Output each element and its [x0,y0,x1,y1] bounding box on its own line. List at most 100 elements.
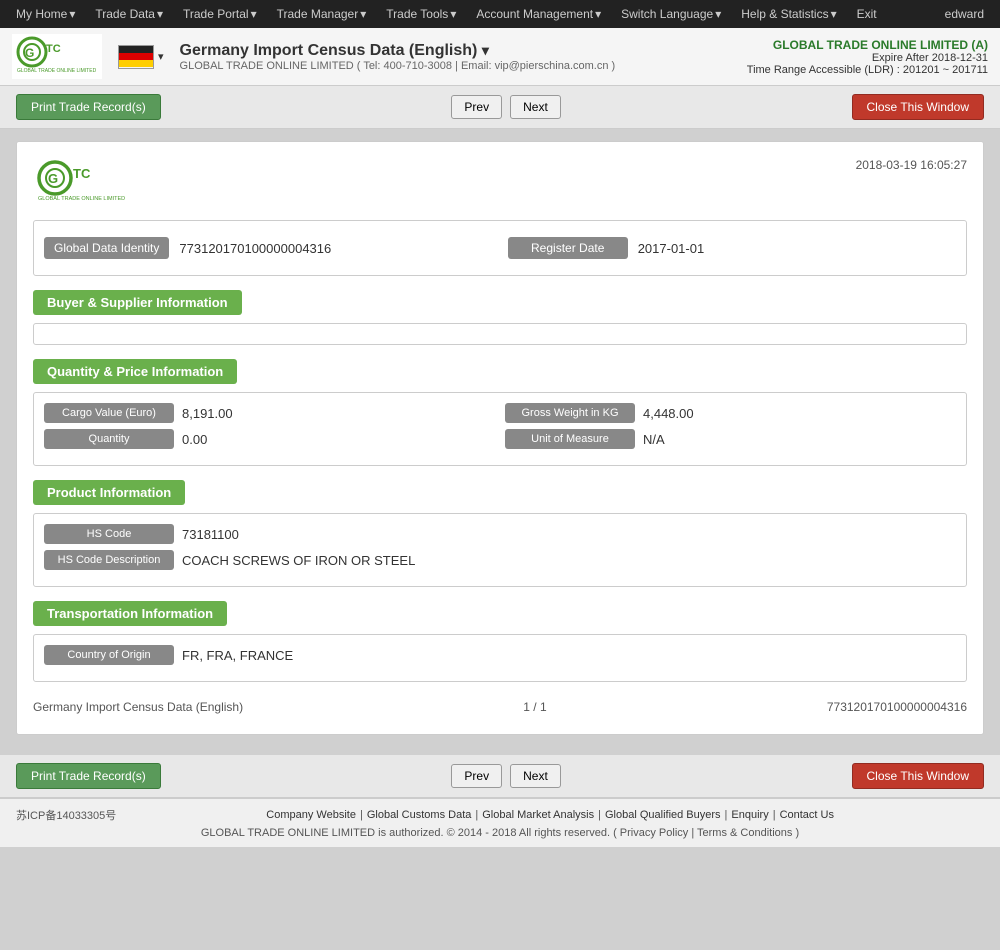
footer-link-customs[interactable]: Global Customs Data [367,809,472,821]
nav-trade-manager[interactable]: Trade Manager ▾ [269,3,375,25]
hs-code-label: HS Code [44,524,174,544]
identity-row: Global Data Identity 7731201701000000043… [44,231,956,265]
record-logo: G TC GLOBAL TRADE ONLINE LIMITED [33,158,133,208]
chevron-down-icon: ▾ [831,7,837,21]
country-flag [118,45,154,69]
print-button-top[interactable]: Print Trade Record(s) [16,94,161,120]
hs-description-cell: HS Code Description COACH SCREWS OF IRON… [44,550,956,570]
nav-help-statistics[interactable]: Help & Statistics ▾ [733,3,844,25]
nav-trade-data[interactable]: Trade Data ▾ [87,3,171,25]
nav-switch-language[interactable]: Switch Language ▾ [613,3,729,25]
transportation-section: Transportation Information Country of Or… [33,601,967,682]
expire-date: Expire After 2018-12-31 [747,52,988,64]
global-data-identity-value: 773120170100000004316 [179,241,497,256]
hs-description-label: HS Code Description [44,550,174,570]
nav-trade-portal[interactable]: Trade Portal ▾ [175,3,265,25]
footer-link-buyers[interactable]: Global Qualified Buyers [605,809,721,821]
record-timestamp: 2018-03-19 16:05:27 [856,158,967,172]
prev-button-bottom[interactable]: Prev [451,764,502,788]
page-title: Germany Import Census Data (English) ▾ [180,42,731,60]
transportation-body: Country of Origin FR, FRA, FRANCE [33,634,967,682]
nav-my-home[interactable]: My Home ▾ [8,3,83,25]
company-name: GLOBAL TRADE ONLINE LIMITED (A) [747,38,988,52]
main-content: G TC GLOBAL TRADE ONLINE LIMITED 2018-03… [0,129,1000,755]
svg-text:TC: TC [46,43,61,55]
footer-link-market[interactable]: Global Market Analysis [482,809,594,821]
unit-of-measure-label: Unit of Measure [505,429,635,449]
unit-of-measure-cell: Unit of Measure N/A [505,429,956,449]
close-button-top[interactable]: Close This Window [852,94,984,120]
nav-trade-tools[interactable]: Trade Tools ▾ [378,3,464,25]
chevron-down-icon: ▾ [715,7,721,21]
svg-text:TC: TC [73,166,91,181]
nav-exit[interactable]: Exit [849,3,885,25]
bottom-action-bar: Print Trade Record(s) Prev Next Close Th… [0,755,1000,798]
copyright-text: GLOBAL TRADE ONLINE LIMITED is authorize… [16,825,984,841]
flag-dropdown[interactable]: ▾ [158,50,164,63]
flag-area: ▾ [118,45,164,69]
record-footer: Germany Import Census Data (English) 1 /… [33,696,967,718]
hs-description-value: COACH SCREWS OF IRON OR STEEL [182,553,956,568]
hs-code-row: HS Code 73181100 [44,524,956,544]
close-button-bottom[interactable]: Close This Window [852,763,984,789]
nav-account-management[interactable]: Account Management ▾ [468,3,609,25]
country-origin-row: Country of Origin FR, FRA, FRANCE [44,645,956,665]
country-origin-label: Country of Origin [44,645,174,665]
hs-code-cell: HS Code 73181100 [44,524,956,544]
footer-center: 1 / 1 [523,700,546,714]
quantity-price-row-1: Cargo Value (Euro) 8,191.00 Gross Weight… [44,403,956,423]
next-button-top[interactable]: Next [510,95,561,119]
gross-weight-value: 4,448.00 [643,406,956,421]
record-card: G TC GLOBAL TRADE ONLINE LIMITED 2018-03… [16,141,984,735]
footer-link-enquiry[interactable]: Enquiry [731,809,768,821]
top-action-bar: Print Trade Record(s) Prev Next Close Th… [0,86,1000,129]
top-navigation: My Home ▾ Trade Data ▾ Trade Portal ▾ Tr… [0,0,1000,28]
quantity-price-body: Cargo Value (Euro) 8,191.00 Gross Weight… [33,392,967,466]
next-button-bottom[interactable]: Next [510,764,561,788]
hs-code-value: 73181100 [182,527,956,542]
gross-weight-cell: Gross Weight in KG 4,448.00 [505,403,956,423]
user-display: edward [937,3,992,25]
footer-left: Germany Import Census Data (English) [33,700,243,714]
chevron-down-icon: ▾ [595,7,601,21]
print-button-bottom[interactable]: Print Trade Record(s) [16,763,161,789]
chevron-down-icon: ▾ [450,7,456,21]
logo-area: G TC GLOBAL TRADE ONLINE LIMITED [12,34,102,79]
register-date-label: Register Date [508,237,628,259]
register-date-value: 2017-01-01 [638,241,956,256]
cargo-value-label: Cargo Value (Euro) [44,403,174,423]
footer-link-company[interactable]: Company Website [266,809,356,821]
quantity-value: 0.00 [182,432,495,447]
country-origin-cell: Country of Origin FR, FRA, FRANCE [44,645,956,665]
quantity-label: Quantity [44,429,174,449]
buyer-supplier-section: Buyer & Supplier Information [33,290,967,345]
hs-description-row: HS Code Description COACH SCREWS OF IRON… [44,550,956,570]
company-contact: GLOBAL TRADE ONLINE LIMITED ( Tel: 400-7… [180,60,731,72]
transportation-title: Transportation Information [33,601,227,626]
svg-text:G: G [25,46,34,60]
identity-body: Global Data Identity 7731201701000000043… [33,220,967,276]
global-data-identity-label: Global Data Identity [44,237,169,259]
cargo-value-cell: Cargo Value (Euro) 8,191.00 [44,403,495,423]
prev-button-top[interactable]: Prev [451,95,502,119]
company-logo: G TC GLOBAL TRADE ONLINE LIMITED [12,34,102,79]
country-origin-value: FR, FRA, FRANCE [182,648,956,663]
quantity-price-title: Quantity & Price Information [33,359,237,384]
buyer-supplier-body [33,323,967,345]
header-bar: G TC GLOBAL TRADE ONLINE LIMITED ▾ Germa… [0,28,1000,86]
svg-text:GLOBAL TRADE ONLINE LIMITED: GLOBAL TRADE ONLINE LIMITED [17,68,97,74]
header-right-info: GLOBAL TRADE ONLINE LIMITED (A) Expire A… [747,38,988,76]
product-section: Product Information HS Code 73181100 HS … [33,480,967,587]
buyer-supplier-title: Buyer & Supplier Information [33,290,242,315]
footer-link-contact[interactable]: Contact Us [780,809,834,821]
time-range: Time Range Accessible (LDR) : 201201 ~ 2… [747,64,988,76]
title-dropdown-icon[interactable]: ▾ [482,42,489,58]
svg-text:G: G [48,171,58,186]
chevron-down-icon: ▾ [360,7,366,21]
chevron-down-icon: ▾ [157,7,163,21]
quantity-cell: Quantity 0.00 [44,429,495,449]
cargo-value-value: 8,191.00 [182,406,495,421]
chevron-down-icon: ▾ [251,7,257,21]
identity-section: Global Data Identity 7731201701000000043… [33,220,967,276]
quantity-price-row-2: Quantity 0.00 Unit of Measure N/A [44,429,956,449]
